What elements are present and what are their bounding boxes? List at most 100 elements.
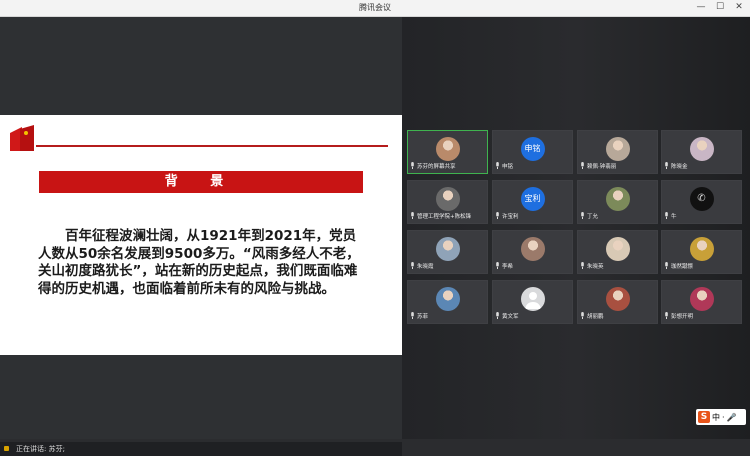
participant-avatar [605,287,630,311]
participant-tile[interactable]: 李希 [492,230,573,274]
participant-label: 苏芬的屏幕共享 [410,161,456,173]
participant-tile[interactable]: 珈然蹴憬 [661,230,742,274]
mic-muted-icon [664,161,669,173]
participant-name: 苏芬的屏幕共享 [417,164,456,170]
window-title: 腾讯会议 [359,3,391,12]
participant-avatar [520,237,545,261]
speaking-status: 正在讲话: 苏芬; [0,442,402,456]
mic-muted-icon [410,311,415,323]
participant-label: 苏菲 [410,311,429,323]
participant-tile[interactable]: 黄文军 [492,280,573,324]
participant-tile[interactable]: 苏芬的屏幕共享 [407,130,488,174]
participant-name: 黄文军 [502,314,519,320]
participant-avatar [605,137,630,161]
participant-tile[interactable]: 赖佩·钟翡丽 [577,130,658,174]
participant-label: 朱晓霞 [410,261,434,273]
speaker-icon [4,446,9,451]
participant-label: 彭想开明 [664,311,694,323]
participant-avatar [605,237,630,261]
mic-muted-icon [495,261,500,273]
participant-avatar [689,137,714,161]
participant-avatar [435,287,460,311]
participant-label: 珈然蹴憬 [664,261,694,273]
participant-label: 朱晓英 [580,261,604,273]
participant-name: 申铭 [502,164,514,170]
participant-name: 牛 [671,214,677,220]
participant-avatar [435,237,460,261]
ime-mode[interactable]: 中 [712,412,720,423]
participant-tile[interactable]: 朱晓英 [577,230,658,274]
participant-name: 朱晓霞 [417,264,434,270]
participant-label: 丁允 [580,211,599,223]
participant-tile[interactable]: 管理工程学院+陈松锋 [407,180,488,224]
participant-tile[interactable]: 彭想开明 [661,280,742,324]
participant-gallery: 苏芬的屏幕共享 申铭 申铭 赖佩·钟翡丽 陈晓金 管理工程学院+陈松锋 宝利 许宝利 丁允 ✆ 牛朱… [402,17,750,439]
mic-muted-icon [495,211,500,223]
mic-muted-icon [664,261,669,273]
participant-label: 牛 [664,211,677,223]
participant-label: 管理工程学院+陈松锋 [410,211,472,223]
participant-avatar [689,287,714,311]
participant-name: 赖佩·钟翡丽 [587,164,617,170]
mic-muted-icon [410,211,415,223]
participant-label: 李希 [495,261,514,273]
minimize-button[interactable]: — [696,1,706,13]
close-button[interactable]: ✕ [734,1,744,13]
mic-muted-icon [580,261,585,273]
slide-heading: 背 景 [39,171,363,193]
participant-avatar [435,137,460,161]
participant-name: 珈然蹴憬 [671,264,694,270]
participant-tile[interactable]: 陈晓金 [661,130,742,174]
participant-label: 申铭 [495,161,514,173]
participant-avatar: 宝利 [520,187,545,211]
participant-avatar [689,237,714,261]
speaking-text: 正在讲话: 苏芬; [16,445,65,453]
mic-muted-icon [495,161,500,173]
participant-tile[interactable]: 丁允 [577,180,658,224]
participant-name: 苏菲 [417,314,429,320]
participant-name: 丁允 [587,214,599,220]
mic-muted-icon [664,311,669,323]
participant-name: 彭想开明 [671,314,694,320]
mic-muted-icon [580,311,585,323]
mic-muted-icon [495,311,500,323]
participant-tile[interactable]: ✆ 牛 [661,180,742,224]
ime-toolbar[interactable]: S 中 · 🎤 [696,409,746,425]
participant-tile[interactable]: 胡丽鹏 [577,280,658,324]
phone-icon: ✆ [689,187,714,211]
default-avatar-icon [520,287,545,311]
participant-name: 许宝利 [502,214,519,220]
party-flag-icon [10,125,34,151]
mic-muted-icon [580,211,585,223]
participant-avatar [435,187,460,211]
participant-name: 朱晓英 [587,264,604,270]
participant-name: 陈晓金 [671,164,688,170]
participant-label: 赖佩·钟翡丽 [580,161,617,173]
participant-name: 李希 [502,264,514,270]
mic-muted-icon [580,161,585,173]
mic-muted-icon [410,261,415,273]
participant-tile[interactable]: 朱晓霞 [407,230,488,274]
participant-label: 黄文军 [495,311,519,323]
mic-icon[interactable]: 🎤 [727,413,737,422]
shared-slide: 背 景 百年征程波澜壮阔，从1921年到2021年，党员人数从50余名发展到95… [0,115,402,355]
mic-muted-icon [664,211,669,223]
participant-avatar: 申铭 [520,137,545,161]
participant-label: 胡丽鹏 [580,311,604,323]
participant-label: 许宝利 [495,211,519,223]
ime-punct[interactable]: · [722,413,725,422]
maximize-button[interactable]: ☐ [715,1,725,13]
mic-muted-icon [410,161,415,173]
participant-tile[interactable]: 宝利 许宝利 [492,180,573,224]
sogou-logo-icon: S [698,411,710,423]
participant-avatar [605,187,630,211]
slide-divider [36,145,388,147]
participant-name: 管理工程学院+陈松锋 [417,214,472,220]
participant-tile[interactable]: 申铭 申铭 [492,130,573,174]
screen-share-area: 背 景 百年征程波澜壮阔，从1921年到2021年，党员人数从50余名发展到95… [0,17,402,456]
participant-tile[interactable]: 苏菲 [407,280,488,324]
participant-name: 胡丽鹏 [587,314,604,320]
title-bar: 腾讯会议 — ☐ ✕ [0,0,750,17]
window-controls: — ☐ ✕ [696,1,744,13]
slide-body: 百年征程波澜壮阔，从1921年到2021年，党员人数从50余名发展到9500多万… [38,228,360,297]
